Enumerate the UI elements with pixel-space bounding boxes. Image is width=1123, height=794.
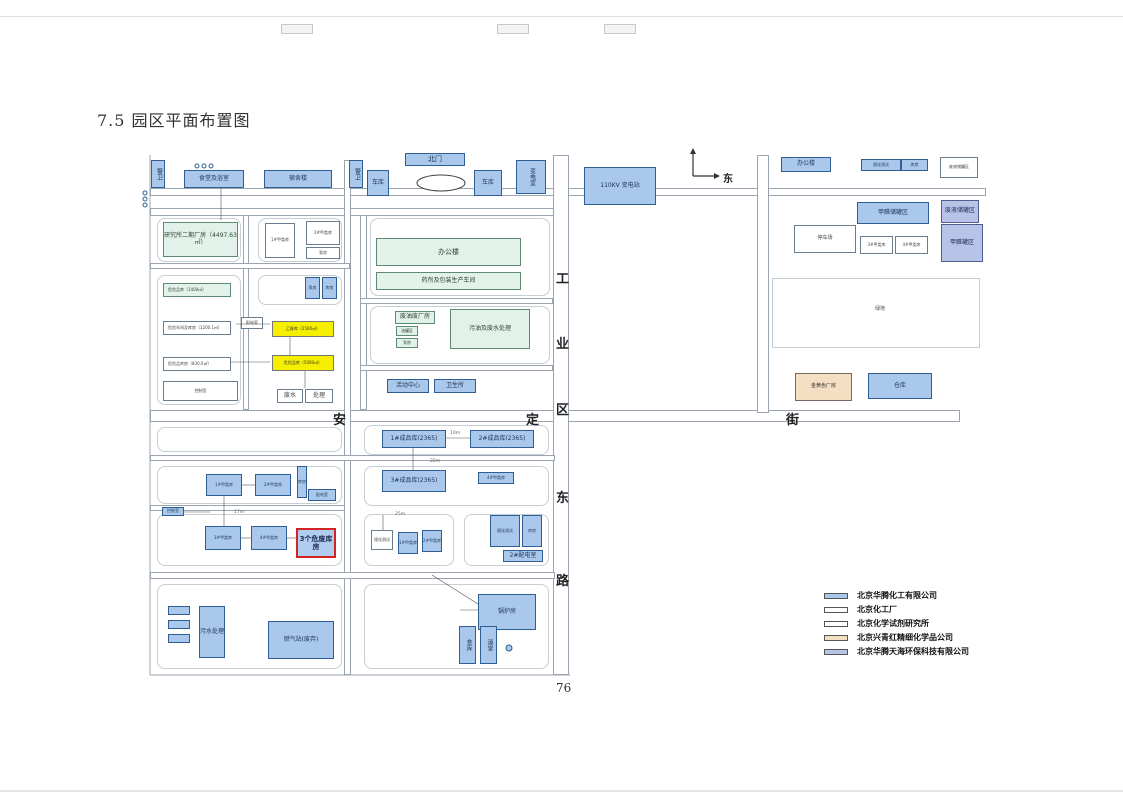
- legend-item: 北京化学试剂研究所: [824, 618, 929, 629]
- arrow-north-icon: [690, 148, 696, 176]
- legend-item: 北京兴青红精细化学品公司: [824, 632, 953, 643]
- bottom-rule: [0, 790, 1123, 792]
- legend-label: 北京化工厂: [857, 605, 897, 614]
- gate-roundabout: [416, 174, 466, 192]
- hydrant-icon: [142, 163, 513, 652]
- legend-item: 北京华腾天海环保科技有限公司: [824, 646, 969, 657]
- distance-arrows: [184, 188, 479, 611]
- legend-swatch: [824, 620, 848, 627]
- legend-swatch: [824, 606, 848, 613]
- legend-label: 北京化学试剂研究所: [857, 619, 929, 628]
- legend-swatch: [824, 634, 848, 641]
- legend-swatch: [824, 592, 848, 599]
- site-plan-map: 警卫 食堂及浴室 宿舍楼 警卫 车库 北门 车库 变电室 110KV 变电站 研…: [0, 0, 1123, 794]
- legend-item: 北京华腾化工有限公司: [824, 590, 937, 601]
- legend-label: 北京兴青红精细化学品公司: [857, 633, 953, 642]
- legend-item: 北京化工厂: [824, 604, 897, 615]
- legend-swatch: [824, 648, 848, 655]
- arrow-east-icon: [693, 173, 720, 179]
- page-number: 76: [556, 681, 572, 695]
- map-overlay: [142, 148, 720, 676]
- legend-label: 北京华腾化工有限公司: [857, 591, 937, 600]
- legend-label: 北京华腾天海环保科技有限公司: [857, 647, 969, 656]
